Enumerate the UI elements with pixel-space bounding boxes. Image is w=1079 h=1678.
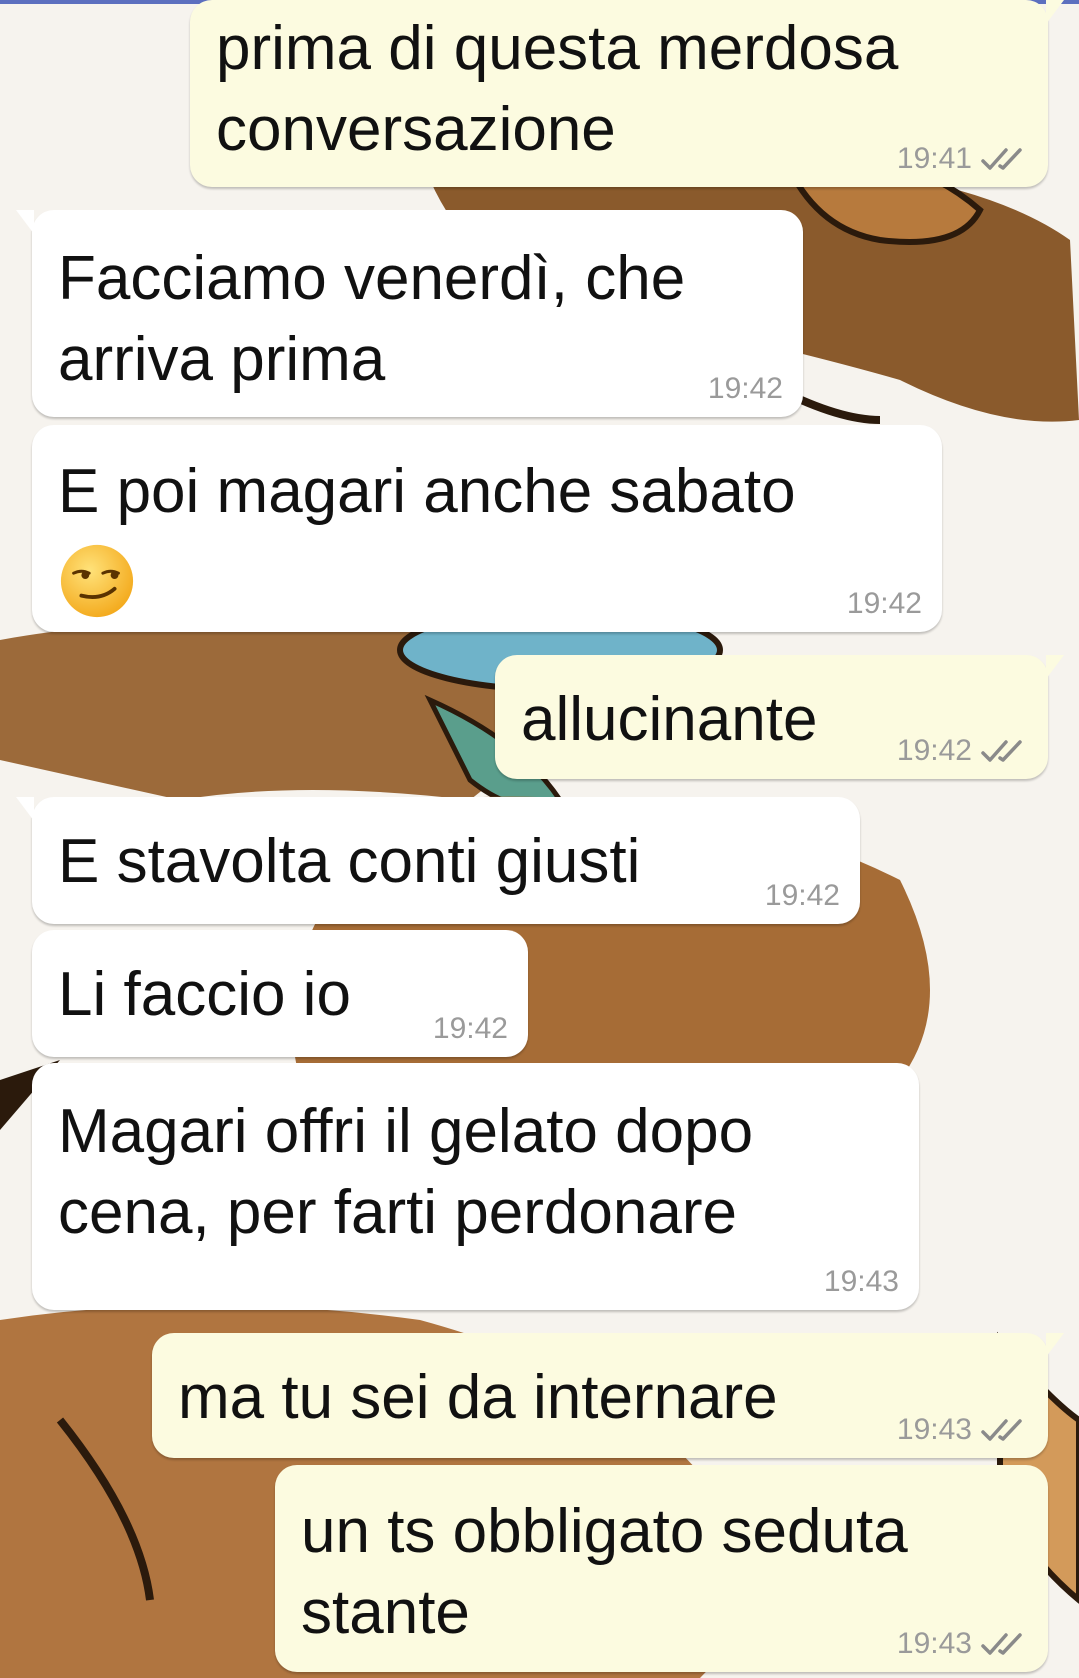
double-check-icon: [981, 1633, 1022, 1655]
message-time: 19:42: [707, 372, 783, 405]
message-meta: 19:43: [897, 1414, 1028, 1446]
message-time: 19:43: [823, 1265, 899, 1298]
message-incoming[interactable]: E stavolta conti giusti 19:42: [16, 797, 860, 924]
message-time: 19:43: [896, 1627, 972, 1660]
message-meta: 19:42: [708, 373, 783, 405]
message-time: 19:42: [896, 734, 972, 767]
message-text: E stavolta conti giusti: [58, 827, 641, 896]
message-outgoing[interactable]: allucinante 19:42: [495, 655, 1064, 779]
message-time: 19:42: [432, 1012, 508, 1045]
message-text: E poi magari anche sabato: [58, 457, 796, 526]
double-check-icon: [981, 1419, 1022, 1441]
smirking-face-icon: [60, 544, 134, 617]
message-time: 19:42: [846, 587, 922, 620]
message-time: 19:42: [764, 879, 840, 912]
message-incoming[interactable]: Li faccio io 19:42: [32, 930, 528, 1057]
message-outgoing[interactable]: ma tu sei da internare 19:43: [152, 1333, 1064, 1458]
message-outgoing[interactable]: un ts obbligato seduta stante 19:43: [275, 1465, 1048, 1672]
message-incoming[interactable]: Facciamo venerdì, che arriva prima 19:42: [16, 210, 803, 417]
message-meta: 19:42: [847, 588, 922, 620]
message-meta: 19:43: [897, 1628, 1028, 1660]
message-time: 19:43: [896, 1413, 972, 1446]
message-time: 19:41: [896, 142, 972, 175]
message-meta: 19:42: [897, 735, 1028, 767]
message-text: Magari offri il gelato dopo cena, per fa…: [58, 1097, 754, 1247]
message-text: Facciamo venerdì, che arriva prima: [58, 244, 686, 394]
double-check-icon: [981, 148, 1022, 170]
message-meta: 19:42: [765, 880, 840, 912]
message-incoming[interactable]: Magari offri il gelato dopo cena, per fa…: [32, 1063, 919, 1310]
message-meta: 19:42: [433, 1013, 508, 1045]
double-check-icon: [981, 740, 1022, 762]
message-outgoing[interactable]: prima di questa merdosa conversazione 19…: [190, 0, 1064, 187]
message-incoming[interactable]: E poi magari anche sabato 19:42: [32, 425, 942, 632]
message-meta: 19:43: [824, 1266, 899, 1298]
message-meta: 19:41: [897, 143, 1028, 175]
message-text: ma tu sei da internare: [178, 1363, 778, 1432]
